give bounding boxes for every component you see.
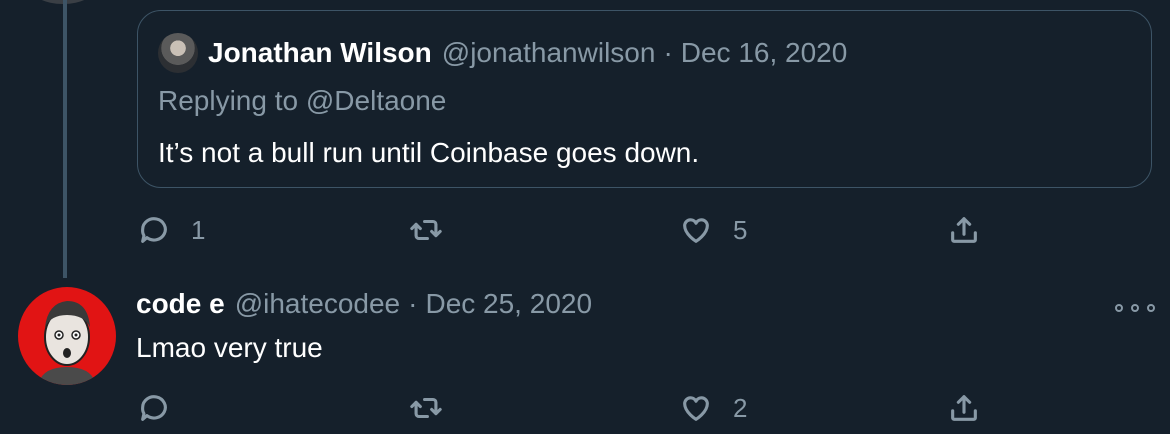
share-icon [951, 395, 977, 421]
reply-button[interactable]: 1 [137, 210, 205, 250]
avatar[interactable] [18, 287, 116, 385]
like-count: 2 [733, 392, 748, 423]
like-button[interactable]: 5 [679, 210, 747, 250]
share-button[interactable] [947, 388, 981, 428]
thread-connector-line [63, 0, 67, 278]
retweet-button[interactable] [409, 210, 463, 250]
reply-count: 1 [191, 214, 206, 245]
author-handle[interactable]: @jonathanwilson [442, 37, 656, 69]
tweet-text: It’s not a bull run until Coinbase goes … [158, 137, 700, 168]
user-avatar-illustration-icon [38, 301, 96, 385]
retweet-icon [410, 397, 442, 419]
replying-to-label: Replying to [158, 85, 299, 116]
replying-to-handle[interactable]: @Deltaone [306, 85, 447, 116]
dot [1131, 304, 1139, 312]
tweet-card[interactable]: Jonathan Wilson @jonathanwilson · Dec 16… [137, 10, 1152, 188]
tweet-date[interactable]: Dec 16, 2020 [681, 37, 848, 69]
reply-icon [141, 217, 167, 243]
tweet-actions: 2 [137, 388, 1037, 428]
share-icon [951, 217, 977, 243]
like-count: 5 [733, 214, 748, 245]
like-icon [683, 396, 709, 421]
dot [1147, 304, 1155, 312]
meta-separator: · [663, 37, 673, 68]
tweet-actions: 1 5 [137, 210, 1037, 250]
meta-separator: · [408, 288, 418, 319]
author-name[interactable]: Jonathan Wilson [208, 37, 432, 69]
tweet-date[interactable]: Dec 25, 2020 [425, 288, 592, 320]
reply-icon [141, 395, 167, 421]
author-name[interactable]: code e [136, 288, 225, 320]
tweet-text: Lmao very true [136, 332, 323, 363]
replying-to: Replying to @Deltaone [158, 85, 446, 117]
like-button[interactable]: 2 [679, 388, 747, 428]
share-button[interactable] [947, 210, 981, 250]
author-handle[interactable]: @ihatecodee [235, 288, 400, 320]
retweet-button[interactable] [409, 388, 463, 428]
tweet-header: code e @ihatecodee · Dec 25, 2020 [136, 288, 592, 320]
retweet-icon [410, 219, 442, 241]
tweet-header: Jonathan Wilson @jonathanwilson · Dec 16… [158, 33, 847, 73]
more-options-icon[interactable] [1115, 296, 1155, 320]
dot [1115, 304, 1123, 312]
avatar[interactable] [158, 33, 198, 73]
reply-button[interactable] [137, 388, 191, 428]
like-icon [683, 218, 709, 243]
